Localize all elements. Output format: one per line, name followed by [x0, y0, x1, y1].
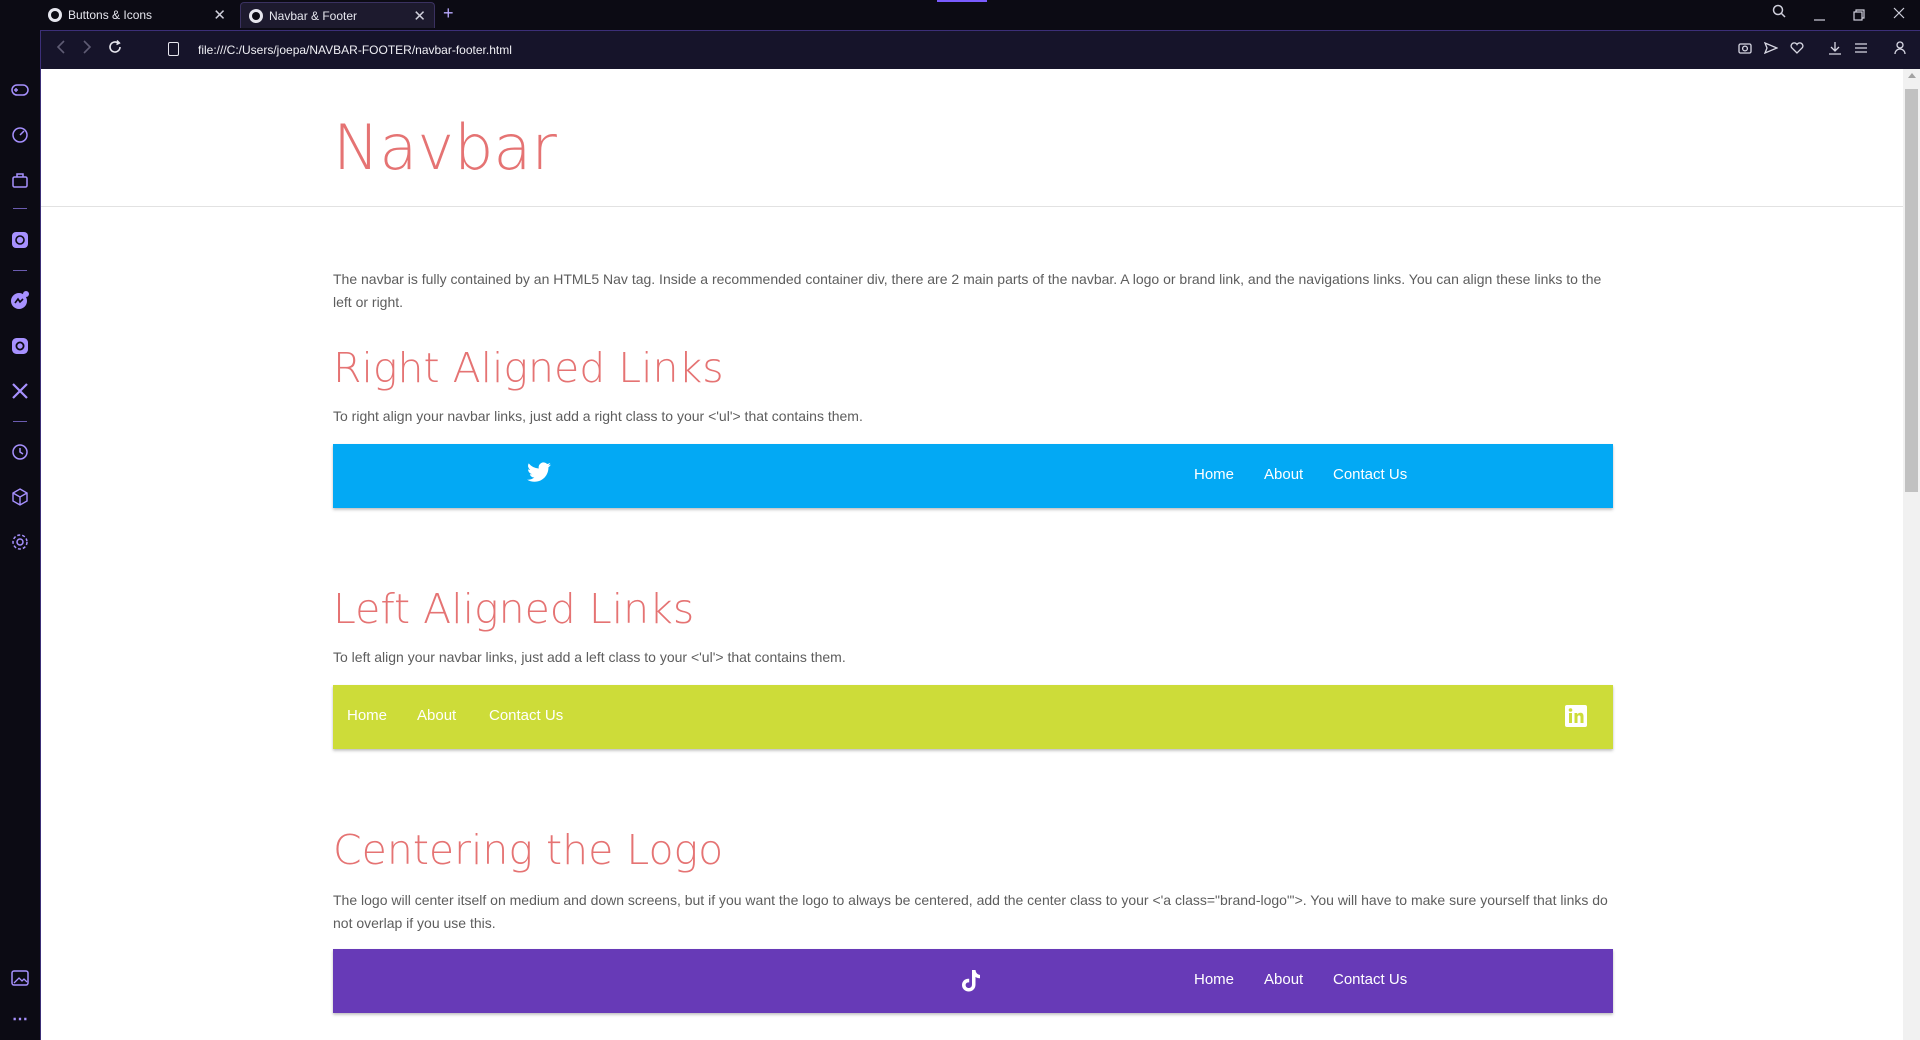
scroll-up-arrow-icon[interactable]: [1908, 73, 1916, 78]
speed-dial-icon[interactable]: [9, 124, 31, 146]
nav-link-home[interactable]: Home: [347, 707, 387, 724]
sidebar-divider: [13, 421, 27, 422]
nav-link-contact[interactable]: Contact Us: [489, 707, 563, 724]
nav-link-home[interactable]: Home: [1194, 971, 1234, 988]
sidebar-divider: [13, 270, 27, 271]
reload-icon[interactable]: [108, 40, 122, 59]
easy-setup-icon[interactable]: [1854, 41, 1868, 57]
intro-paragraph: The navbar is fully contained by an HTML…: [333, 271, 1602, 310]
settings-gear-icon[interactable]: [9, 531, 31, 553]
page-title: Navbar: [333, 111, 557, 184]
history-icon[interactable]: [9, 441, 31, 463]
tiktok-icon[interactable]: [961, 969, 981, 998]
address-bar: file:///C:/Users/joepa/NAVBAR-FOOTER/nav…: [41, 30, 1920, 69]
download-icon[interactable]: [1828, 41, 1842, 58]
bag-icon[interactable]: [9, 169, 31, 191]
close-window-icon[interactable]: [1893, 6, 1905, 22]
nav-link-contact[interactable]: Contact Us: [1333, 466, 1407, 483]
section-heading-right-aligned: Right Aligned Links: [333, 344, 724, 392]
gamepad-icon[interactable]: [9, 79, 31, 101]
tab-bar: Buttons & Icons ✕ Navbar & Footer ✕ +: [0, 0, 1920, 30]
close-icon[interactable]: ✕: [413, 7, 426, 25]
section-heading-centering: Centering the Logo: [333, 826, 724, 874]
linkedin-icon[interactable]: [1565, 705, 1587, 732]
aria-icon[interactable]: [9, 229, 31, 251]
heart-icon[interactable]: [1790, 41, 1804, 57]
twitter-icon[interactable]: [526, 462, 552, 489]
navbar-right-aligned: Home About Contact Us: [333, 444, 1613, 508]
minimize-icon[interactable]: [1814, 8, 1826, 24]
profile-icon[interactable]: [1894, 41, 1906, 58]
tab-buttons-icons[interactable]: Buttons & Icons ✕: [40, 2, 234, 28]
nav-link-about[interactable]: About: [417, 707, 456, 724]
section-text-left-aligned: To left align your navbar links, just ad…: [333, 649, 846, 665]
new-tab-plus-icon[interactable]: +: [443, 3, 454, 24]
url-field[interactable]: file:///C:/Users/joepa/NAVBAR-FOOTER/nav…: [198, 43, 512, 57]
nav-link-home[interactable]: Home: [1194, 466, 1234, 483]
messenger-icon[interactable]: [9, 289, 31, 311]
section-text-right-aligned: To right align your navbar links, just a…: [333, 408, 863, 424]
browser-sidebar: ⋯: [0, 0, 41, 1040]
extensions-cube-icon[interactable]: [9, 486, 31, 508]
forward-icon[interactable]: [81, 40, 93, 59]
page-viewport: Navbar The navbar is fully contained by …: [41, 69, 1903, 1040]
more-options-icon[interactable]: ⋯: [9, 1008, 31, 1030]
globe-icon: [249, 8, 263, 23]
tab-label: Navbar & Footer: [269, 8, 358, 23]
navbar-centered-logo: Home About Contact Us: [333, 949, 1613, 1013]
send-icon[interactable]: [1763, 41, 1779, 57]
page-header: Navbar: [41, 69, 1903, 207]
navbar-left-aligned: Home About Contact Us: [333, 685, 1613, 749]
file-icon: [168, 42, 179, 56]
x-twitter-icon[interactable]: [9, 380, 31, 402]
globe-icon: [48, 8, 62, 22]
tab-indicator: [937, 0, 987, 2]
tab-navbar-footer[interactable]: Navbar & Footer ✕: [240, 2, 435, 28]
section-heading-left-aligned: Left Aligned Links: [333, 585, 695, 633]
page-scrollbar[interactable]: [1903, 69, 1920, 1040]
restore-icon[interactable]: [1853, 8, 1865, 24]
nav-link-about[interactable]: About: [1264, 466, 1303, 483]
scrollbar-thumb[interactable]: [1905, 89, 1918, 492]
close-icon[interactable]: ✕: [213, 6, 226, 24]
nav-link-about[interactable]: About: [1264, 971, 1303, 988]
wallpaper-icon[interactable]: [9, 967, 31, 989]
search-tabs-icon[interactable]: [1772, 4, 1786, 21]
tab-label: Buttons & Icons: [68, 8, 153, 22]
back-icon[interactable]: [55, 40, 67, 59]
section-text-centering: The logo will center itself on medium an…: [333, 892, 1608, 931]
instagram-icon[interactable]: [9, 335, 31, 357]
sidebar-divider: [13, 208, 27, 209]
snapshot-camera-icon[interactable]: [1738, 41, 1752, 57]
nav-link-contact[interactable]: Contact Us: [1333, 971, 1407, 988]
